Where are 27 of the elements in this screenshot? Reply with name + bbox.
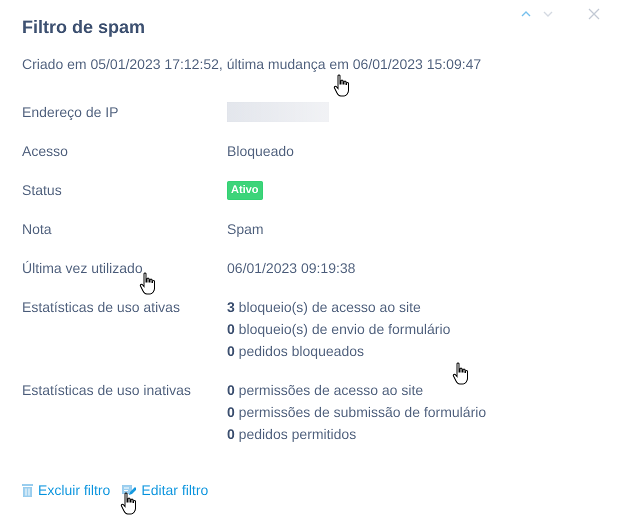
stat-line: 0 bloqueio(s) de envio de formulário <box>227 320 450 339</box>
delete-filter-link[interactable]: Excluir filtro <box>22 482 110 498</box>
trash-icon <box>22 483 33 497</box>
created-info: Criado em 05/01/2023 17:12:52, última mudança em 06/01/2023 15:09:47 <box>22 56 482 72</box>
hand-cursor-icon <box>139 272 157 296</box>
field-label: Estatísticas de uso ativas <box>22 298 180 317</box>
field-label: Endereço de IP <box>22 103 119 122</box>
panel-title: Filtro de spam <box>22 16 146 38</box>
hand-cursor-icon <box>333 74 351 98</box>
field-label: Estatísticas de uso inativas <box>22 381 191 400</box>
close-button[interactable] <box>587 7 601 21</box>
stat-line: 0 permissões de acesso ao site <box>227 381 424 400</box>
hand-cursor-icon <box>452 362 470 386</box>
field-value: 06/01/2023 09:19:38 <box>227 259 356 278</box>
field-value: Spam <box>227 220 264 239</box>
field-label: Status <box>22 181 62 200</box>
edit-icon <box>122 484 136 496</box>
field-value: Bloqueado <box>227 142 294 161</box>
hand-cursor-icon <box>120 492 138 516</box>
stat-line: 0 pedidos bloqueados <box>227 342 364 361</box>
status-badge: Ativo <box>227 180 262 200</box>
field-label: Última vez utilizado <box>22 259 143 278</box>
stat-line: 3 bloqueio(s) de acesso ao site <box>227 298 421 317</box>
field-label: Acesso <box>22 142 68 161</box>
stat-line: 0 pedidos permitidos <box>227 425 356 444</box>
stat-line: 0 permissões de submissão de formulário <box>227 403 486 422</box>
field-label: Nota <box>22 220 52 239</box>
